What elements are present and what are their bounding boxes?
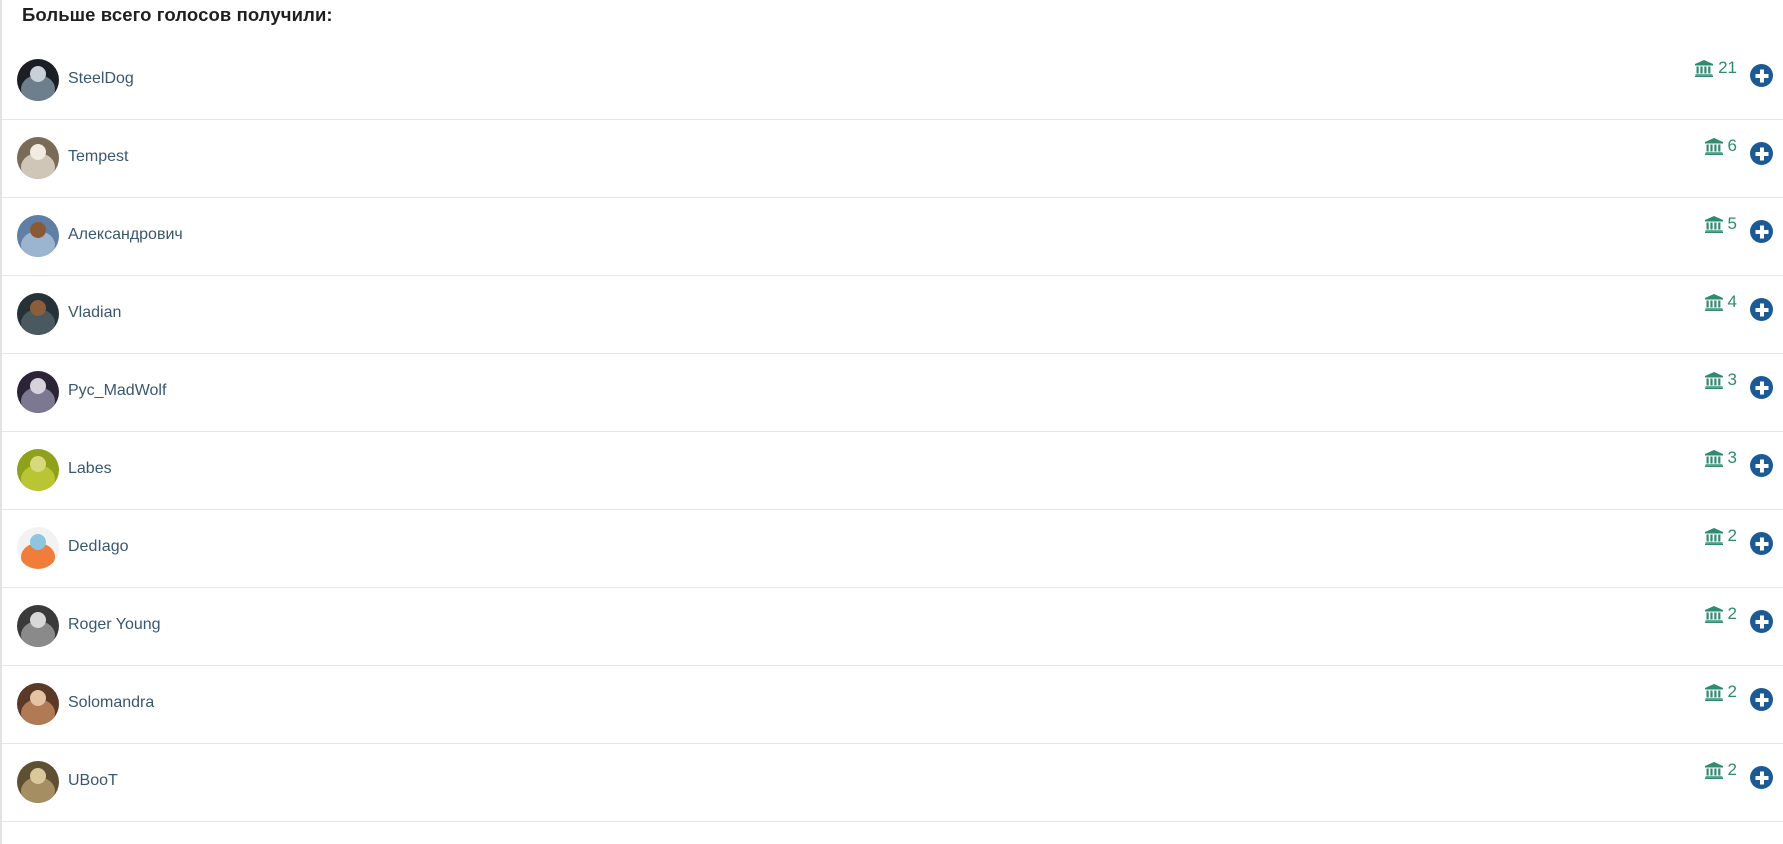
- plus-circle-icon[interactable]: [1750, 610, 1773, 633]
- user-row: Roger Young 2: [2, 588, 1783, 666]
- user-row: Vladian 4: [2, 276, 1783, 354]
- avatar[interactable]: [17, 449, 59, 491]
- username-link[interactable]: DedIago: [68, 536, 129, 558]
- plus-circle-icon[interactable]: [1750, 688, 1773, 711]
- vote-count: 2: [1704, 525, 1737, 547]
- avatar[interactable]: [17, 215, 59, 257]
- user-row: DedIago 2: [2, 510, 1783, 588]
- panel-heading: Больше всего голосов получили:: [22, 4, 333, 25]
- username-link[interactable]: Tempest: [68, 146, 128, 168]
- avatar[interactable]: [17, 59, 59, 101]
- vote-count-value: 5: [1727, 214, 1737, 233]
- user-row: Labes 3: [2, 432, 1783, 510]
- user-row: UBooT 2: [2, 744, 1783, 822]
- avatar[interactable]: [17, 137, 59, 179]
- user-row: Tempest 6: [2, 120, 1783, 198]
- vote-count: 2: [1704, 681, 1737, 703]
- bank-building-icon: [1704, 215, 1723, 233]
- avatar[interactable]: [17, 527, 59, 569]
- bank-building-icon: [1704, 137, 1723, 155]
- vote-count: 21: [1695, 57, 1737, 79]
- bank-building-icon: [1704, 293, 1723, 311]
- username-link[interactable]: Roger Young: [68, 614, 161, 636]
- username-link[interactable]: UBooT: [68, 770, 118, 792]
- username-link[interactable]: SteelDog: [68, 68, 134, 90]
- username-link[interactable]: Solomandra: [68, 692, 154, 714]
- vote-count-value: 4: [1727, 292, 1737, 311]
- username-link[interactable]: Pyc_MadWolf: [68, 380, 166, 402]
- vote-count-value: 2: [1727, 760, 1737, 779]
- bank-building-icon: [1704, 527, 1723, 545]
- bank-building-icon: [1704, 761, 1723, 779]
- vote-count-value: 6: [1727, 136, 1737, 155]
- vote-count-value: 3: [1727, 448, 1737, 467]
- bank-building-icon: [1695, 59, 1714, 77]
- username-link[interactable]: Vladian: [68, 302, 121, 324]
- plus-circle-icon[interactable]: [1750, 220, 1773, 243]
- vote-count: 3: [1704, 447, 1737, 469]
- bank-building-icon: [1704, 683, 1723, 701]
- vote-count: 2: [1704, 603, 1737, 625]
- vote-count: 2: [1704, 759, 1737, 781]
- plus-circle-icon[interactable]: [1750, 64, 1773, 87]
- bank-building-icon: [1704, 371, 1723, 389]
- plus-circle-icon[interactable]: [1750, 454, 1773, 477]
- user-row: Solomandra 2: [2, 666, 1783, 744]
- top-voted-panel: Больше всего голосов получили: SteelDog: [0, 0, 1783, 844]
- bank-building-icon: [1704, 605, 1723, 623]
- plus-circle-icon[interactable]: [1750, 532, 1773, 555]
- username-link[interactable]: Александрович: [68, 224, 183, 246]
- vote-count-value: 3: [1727, 370, 1737, 389]
- vote-count-value: 2: [1727, 604, 1737, 623]
- avatar[interactable]: [17, 293, 59, 335]
- avatar[interactable]: [17, 683, 59, 725]
- avatar[interactable]: [17, 371, 59, 413]
- vote-count: 3: [1704, 369, 1737, 391]
- vote-count: 4: [1704, 291, 1737, 313]
- vote-count: 5: [1704, 213, 1737, 235]
- avatar[interactable]: [17, 761, 59, 803]
- bank-building-icon: [1704, 449, 1723, 467]
- vote-count-value: 21: [1718, 58, 1737, 77]
- user-row: Александрович 5: [2, 198, 1783, 276]
- plus-circle-icon[interactable]: [1750, 376, 1773, 399]
- plus-circle-icon[interactable]: [1750, 142, 1773, 165]
- user-row: Pyc_MadWolf 3: [2, 354, 1783, 432]
- vote-count: 6: [1704, 135, 1737, 157]
- user-list: SteelDog 21 Tempest 6 Александрович 5 Vl…: [2, 42, 1783, 822]
- plus-circle-icon[interactable]: [1750, 766, 1773, 789]
- user-row: SteelDog 21: [2, 42, 1783, 120]
- vote-count-value: 2: [1727, 682, 1737, 701]
- username-link[interactable]: Labes: [68, 458, 112, 480]
- avatar[interactable]: [17, 605, 59, 647]
- plus-circle-icon[interactable]: [1750, 298, 1773, 321]
- vote-count-value: 2: [1727, 526, 1737, 545]
